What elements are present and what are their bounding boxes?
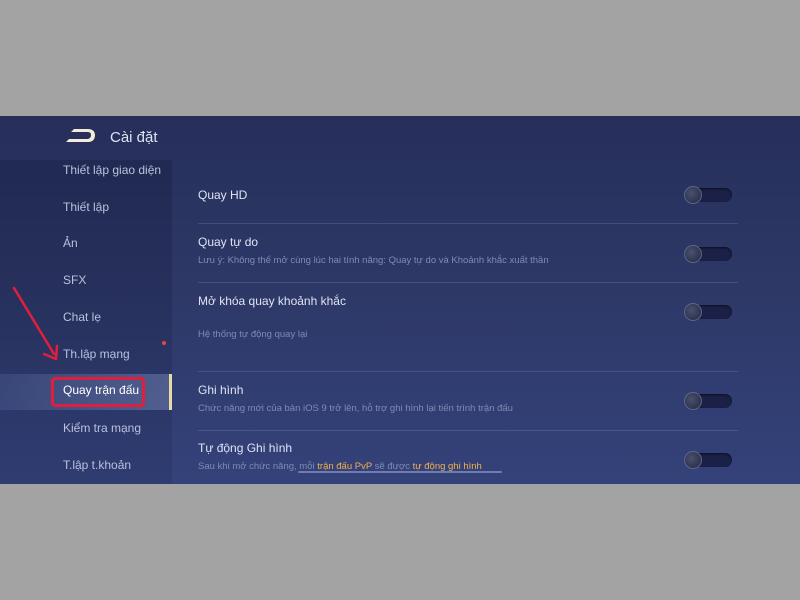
annotation-highlight-box (51, 377, 145, 407)
sidebar-item-label: Ản (63, 236, 78, 250)
back-button[interactable] (62, 126, 100, 148)
sidebar-item-label: Thiết lập giao diện (63, 163, 162, 177)
toggle-knob (684, 392, 702, 410)
setting-title: Mở khóa quay khoảnh khắc (198, 294, 346, 308)
setting-title: Quay HD (198, 188, 248, 202)
sidebar-item-label: Kiểm tra mạng (63, 421, 142, 435)
page-title: Cài đặt (110, 129, 158, 146)
setting-description: Chức năng mới của bản iOS 9 trở lên, hỗ … (198, 403, 513, 414)
setting-description: Lưu ý: Không thể mở cùng lúc hai tính nă… (198, 255, 549, 266)
toggle-knob (684, 303, 702, 321)
sidebar-item-label: Th.lập mạng (63, 347, 130, 361)
setting-description: Hệ thống tự động quay lại (198, 329, 308, 340)
sidebar-item-label: Thiết lập (63, 200, 110, 214)
divider (198, 430, 738, 431)
sidebar-item-settings[interactable]: Thiết lập (0, 191, 172, 227)
toggle-knob (684, 186, 702, 204)
sidebar-item-network-check[interactable]: Kiểm tra mạng (0, 412, 172, 448)
setting-title: Tự động Ghi hình (198, 441, 293, 455)
hd-recording-toggle[interactable] (684, 186, 732, 204)
sidebar-item-label: T.lập t.khoản (63, 458, 132, 472)
sidebar-item-interface-settings[interactable]: Thiết lập giao diện (0, 154, 172, 190)
toggle-knob (684, 451, 702, 469)
sidebar-item-sound[interactable]: Ản (0, 227, 172, 263)
divider (198, 371, 738, 372)
divider (198, 282, 738, 283)
back-arrow-icon (66, 129, 95, 142)
setting-title: Ghi hình (198, 383, 244, 397)
scrollbar[interactable] (298, 471, 502, 473)
sidebar-item-account-settings[interactable]: T.lập t.khoản (0, 449, 172, 485)
unlock-moment-recording-toggle[interactable] (684, 303, 732, 321)
annotation-arrow-icon (12, 286, 59, 361)
setting-title: Quay tự do (198, 235, 259, 249)
free-recording-toggle[interactable] (684, 245, 732, 263)
sidebar-item-label: Chat lẹ (63, 310, 102, 324)
notification-dot (162, 341, 166, 345)
screen-record-toggle[interactable] (684, 392, 732, 410)
divider (198, 223, 738, 224)
toggle-knob (684, 245, 702, 263)
auto-record-toggle[interactable] (684, 451, 732, 469)
